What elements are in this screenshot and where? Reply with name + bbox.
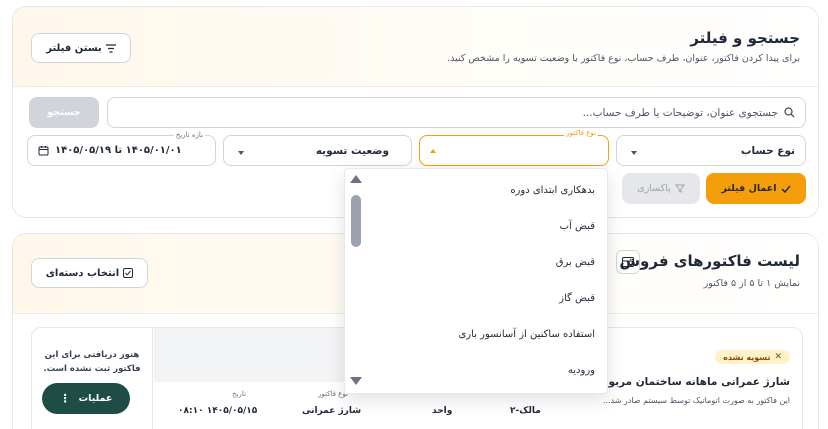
checkbox-icon xyxy=(123,268,134,278)
dropdown-option[interactable]: بدهکاری ابتدای دوره xyxy=(367,172,607,208)
invoice-date-col-label: تاریخ xyxy=(232,390,246,398)
table-view-icon[interactable] xyxy=(616,250,640,274)
invoice-date-value: ۱۴۰۵/۰۵/۱۵ ۰۸:۱۰ xyxy=(178,406,258,416)
bulk-select-label: انتخاب دسته‌ای xyxy=(45,267,120,279)
search-placeholder: جستجوی عنوان، توضیحات یا طرف حساب... xyxy=(582,106,778,119)
settlement-status-label: وضعیت تسویه xyxy=(315,144,389,157)
filter-lines-icon xyxy=(105,43,116,53)
invoice-unit: مالک-۲ xyxy=(510,406,541,416)
apply-filter-label: اعمال فیلتر xyxy=(721,183,777,194)
account-type-select[interactable]: نوع حساب xyxy=(616,135,806,166)
invoice-divider xyxy=(152,328,153,429)
invoice-desc: این فاکتور به صورت اتوماتیک توسط سیستم ص… xyxy=(602,396,790,405)
check-icon xyxy=(781,185,791,193)
clear-filter-icon xyxy=(674,184,685,193)
dropdown-option[interactable]: قبض برق xyxy=(367,244,607,280)
account-type-label: نوع حساب xyxy=(740,144,795,157)
dropdown-option[interactable]: ورودیه xyxy=(367,352,607,388)
dropdown-option[interactable]: قبض آب xyxy=(367,208,607,244)
close-icon[interactable]: ✕ xyxy=(774,352,782,362)
date-range-input[interactable]: ۱۴۰۵/۰۱/۰۱ تا ۱۴۰۵/۰۵/۱۹ xyxy=(27,135,216,166)
date-range-value: ۱۴۰۵/۰۱/۰۱ تا ۱۴۰۵/۰۵/۱۹ xyxy=(55,145,182,156)
no-receipt-text: هنوز دریافتی برای این فاکتور ثبت نشده اس… xyxy=(43,350,141,374)
filter-card-header xyxy=(13,7,818,87)
invoice-type-select[interactable] xyxy=(419,135,609,166)
invoice-title: شارژ عمرانی ماهانه ساختمان مربوط به xyxy=(583,376,790,388)
scroll-up-icon[interactable] xyxy=(350,175,362,183)
search-input[interactable]: جستجوی عنوان، توضیحات یا طرف حساب... xyxy=(107,97,806,128)
operations-button[interactable]: عملیات ⋮ xyxy=(42,383,130,414)
clear-filter-button[interactable]: پاکسازی xyxy=(622,173,700,204)
filter-subtitle: برای پیدا کردن فاکتور، عنوان، طرف حساب، … xyxy=(447,53,800,64)
invoice-owner: واحد xyxy=(432,406,453,416)
calendar-icon xyxy=(38,146,49,156)
operations-label: عملیات xyxy=(78,393,113,404)
list-title: لیست فاکتورهای فروش xyxy=(619,252,800,270)
status-badge-label: تسویه نشده xyxy=(723,352,771,362)
invoice-type-value: شارژ عمرانی xyxy=(302,406,362,416)
dropdown-option[interactable]: استفاده ساکنین از آسانسور باری xyxy=(367,316,607,352)
search-button[interactable]: جستجو xyxy=(29,97,99,128)
close-filter-button[interactable]: بستن فیلتر xyxy=(31,33,131,63)
search-button-label: جستجو xyxy=(47,107,81,118)
dropdown-scrollbar[interactable] xyxy=(345,169,367,393)
chevron-down-icon xyxy=(631,151,637,155)
chevron-up-icon xyxy=(430,149,436,153)
status-badge: ✕ تسویه نشده xyxy=(715,350,790,364)
dropdown-option[interactable]: قبض گاز xyxy=(367,280,607,316)
chevron-down-icon xyxy=(238,151,244,155)
apply-filter-button[interactable]: اعمال فیلتر xyxy=(706,173,806,204)
more-vertical-icon: ⋮ xyxy=(59,392,71,405)
filter-title: جستجو و فیلتر xyxy=(690,29,800,47)
scrollbar-thumb[interactable] xyxy=(351,195,361,247)
bulk-select-button[interactable]: انتخاب دسته‌ای xyxy=(31,258,148,288)
close-filter-label: بستن فیلتر xyxy=(46,42,102,54)
clear-filter-label: پاکسازی xyxy=(637,183,671,194)
invoice-type-label: نوع فاکتور xyxy=(564,129,598,137)
invoice-type-dropdown[interactable]: بدهکاری ابتدای دوره قبض آب قبض برق قبض گ… xyxy=(344,168,608,394)
date-range-label: بازه تاریخ xyxy=(173,131,205,139)
settlement-status-select[interactable]: وضعیت تسویه xyxy=(223,135,412,166)
scroll-down-icon[interactable] xyxy=(350,377,362,385)
list-subtitle: نمایش ۱ تا ۵ از ۵ فاکتور xyxy=(703,278,800,289)
search-icon xyxy=(784,107,795,118)
